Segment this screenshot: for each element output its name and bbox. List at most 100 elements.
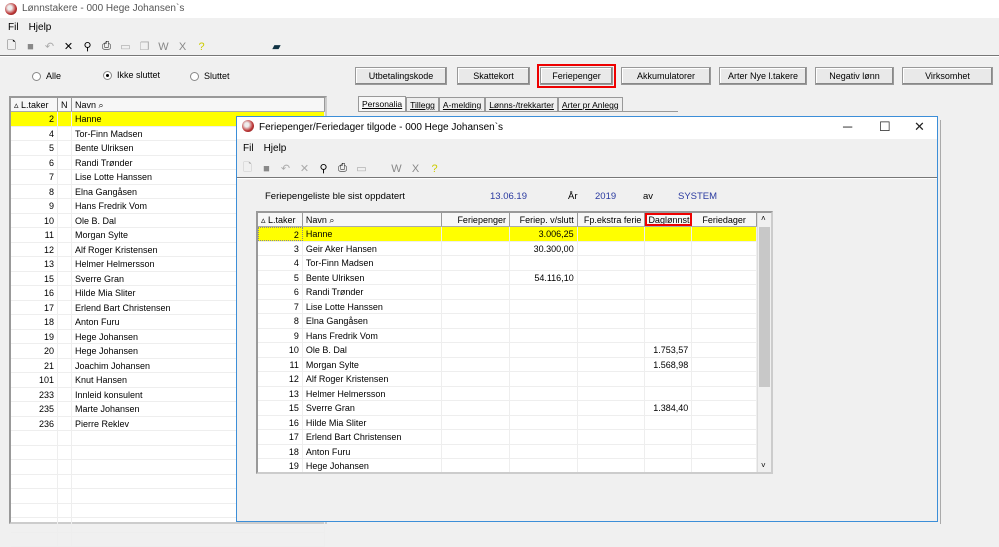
search-icon[interactable]: ⌕	[329, 215, 334, 225]
table-row[interactable]: 4Tor-Finn Madsen	[258, 256, 771, 271]
cell-n	[58, 127, 72, 141]
akkumulatorer-button[interactable]: Akkumulatorer	[621, 67, 711, 85]
cell-ltaker: 3	[258, 242, 303, 256]
delete-icon[interactable]: ✕	[62, 40, 75, 53]
cell-n	[58, 388, 72, 402]
table-row[interactable]: 17Erlend Bart Christensen	[258, 430, 771, 445]
tab-lonns-trekkarter[interactable]: Lønns-/trekkarter	[485, 97, 558, 111]
undo-icon[interactable]: ↶	[43, 40, 56, 53]
table-row[interactable]: 7Lise Lotte Hanssen	[258, 300, 771, 315]
print-icon[interactable]: ⎙	[336, 162, 349, 175]
word-icon[interactable]: W	[390, 163, 403, 175]
search-icon[interactable]: ⌕	[99, 100, 104, 110]
header-feriedager[interactable]: Feriedager	[692, 213, 757, 226]
table-row[interactable]: 11Morgan Sylte1.568,98	[258, 358, 771, 373]
table-row[interactable]: 15Sverre Gran1.384,40	[258, 401, 771, 416]
save-icon[interactable]: ■	[260, 163, 273, 175]
cell-n	[58, 156, 72, 170]
find-icon[interactable]: ⚲	[81, 40, 94, 53]
table-row[interactable]: 10Ole B. Dal1.753,57	[258, 343, 771, 358]
menu-hjelp[interactable]: Hjelp	[264, 143, 287, 154]
scrollbar-thumb[interactable]	[759, 227, 770, 387]
save-icon[interactable]: ■	[24, 41, 37, 53]
filter-alle[interactable]: Alle	[32, 71, 61, 81]
scrollbar[interactable]: ˅˄	[757, 213, 771, 472]
table-row[interactable]: 19Hege Johansen	[258, 459, 771, 474]
form-icon[interactable]: ▭	[119, 40, 132, 53]
header-navn[interactable]: Navn ⌕	[303, 213, 442, 226]
menu-hjelp[interactable]: Hjelp	[29, 22, 52, 33]
minimize-button[interactable]: ─	[843, 119, 852, 134]
cell-fp-ekstra-ferie	[578, 285, 646, 299]
scroll-down-icon[interactable]: ˅	[761, 461, 766, 470]
utbetalingskode-button[interactable]: Utbetalingskode	[355, 67, 447, 85]
dialog-title-bar: Feriepenger/Feriedager tilgode - 000 Heg…	[237, 117, 937, 139]
table-row[interactable]: 3Geir Aker Hansen30.300,00	[258, 242, 771, 257]
table-row[interactable]: 5Bente Ulriksen54.116,10	[258, 271, 771, 286]
close-button[interactable]: ✕	[914, 119, 925, 135]
header-feriepenger[interactable]: Feriepenger	[442, 213, 510, 226]
undo-icon[interactable]: ↶	[279, 162, 292, 175]
cell-daglonnstr	[645, 387, 692, 401]
header-navn[interactable]: Navn ⌕	[72, 98, 325, 111]
table-row[interactable]: 8Elna Gangåsen	[258, 314, 771, 329]
book-icon[interactable]: ▰	[270, 40, 283, 53]
toolbar-divider	[0, 55, 999, 57]
cell-navn: Hege Johansen	[303, 459, 442, 473]
cell-navn: Morgan Sylte	[303, 358, 442, 372]
cell-ltaker: 15	[11, 272, 58, 286]
cell-navn: Helmer Helmersson	[303, 387, 442, 401]
maximize-button[interactable]: ☐	[879, 119, 891, 135]
filter-sluttet[interactable]: Sluttet	[190, 71, 230, 81]
tab-arter-pr-anlegg[interactable]: Arter pr Anlegg	[558, 97, 623, 111]
form-icon[interactable]: ▭	[355, 162, 368, 175]
arter-nye-ltakere-button[interactable]: Arter Nye l.takere	[719, 67, 807, 85]
tab-a-melding[interactable]: A-melding	[439, 97, 485, 111]
header-n[interactable]: N	[58, 98, 72, 111]
table-row[interactable]: 9Hans Fredrik Vom	[258, 329, 771, 344]
cell-fp-ekstra-ferie	[578, 329, 646, 343]
table-row[interactable]: 13Helmer Helmersson	[258, 387, 771, 402]
cell-feriepenger	[442, 329, 510, 343]
table-row[interactable]: 6Randi Trønder	[258, 285, 771, 300]
skattekort-button[interactable]: Skattekort	[457, 67, 530, 85]
new-icon[interactable]: 🗋	[5, 37, 18, 56]
cell-ltaker: 12	[258, 372, 303, 386]
table-row[interactable]: 16Hilde Mia Sliter	[258, 416, 771, 431]
cell-ltaker: 20	[11, 344, 58, 358]
copy-icon[interactable]: ❐	[138, 40, 151, 53]
tab-tillegg[interactable]: Tillegg	[406, 97, 439, 111]
table-row[interactable]: 12Alf Roger Kristensen	[258, 372, 771, 387]
scroll-up-icon[interactable]: ˄	[761, 214, 766, 223]
header-fp-ekstra-ferie[interactable]: Fp.ekstra ferie	[578, 213, 646, 226]
excel-icon[interactable]: X	[409, 163, 422, 175]
cell-ltaker: 233	[11, 388, 58, 402]
excel-icon[interactable]: X	[176, 41, 189, 53]
find-icon[interactable]: ⚲	[317, 162, 330, 175]
word-icon[interactable]: W	[157, 41, 170, 53]
cell-ltaker: 12	[11, 243, 58, 257]
virksomhet-button[interactable]: Virksomhet	[902, 67, 993, 85]
negativ-lonn-button[interactable]: Negativ lønn	[815, 67, 894, 85]
print-icon[interactable]: ⎙	[100, 40, 113, 53]
help-icon[interactable]: ?	[195, 41, 208, 53]
header-ltaker[interactable]: ▵ L.taker	[258, 213, 303, 226]
menu-fil[interactable]: Fil	[243, 143, 254, 154]
table-row[interactable]: 18Anton Furu	[258, 445, 771, 460]
cell-navn: Alf Roger Kristensen	[303, 372, 442, 386]
filter-ikke-sluttet[interactable]: Ikke sluttet	[103, 70, 160, 80]
menu-fil[interactable]: Fil	[8, 22, 19, 33]
new-icon[interactable]: 🗋	[241, 159, 254, 178]
feriepenger-button[interactable]: Feriepenger	[540, 67, 613, 85]
header-daglonnstr[interactable]: Daglønnstr	[645, 213, 692, 226]
cell-feriep-vslutt	[510, 256, 578, 270]
help-icon[interactable]: ?	[428, 163, 441, 175]
tab-personalia[interactable]: Personalia	[358, 96, 406, 111]
header-feriep-vslutt[interactable]: Feriep. v/slutt	[510, 213, 578, 226]
table-row[interactable]: 2Hanne3.006,25	[258, 227, 771, 242]
header-ltaker[interactable]: ▵ L.taker	[11, 98, 58, 111]
cell-daglonnstr	[645, 256, 692, 270]
dialog-toolbar: 🗋 ■ ↶ ✕ ⚲ ⎙ ▭ WX?	[241, 159, 441, 178]
cell-feriedager	[692, 271, 757, 285]
delete-icon[interactable]: ✕	[298, 162, 311, 175]
